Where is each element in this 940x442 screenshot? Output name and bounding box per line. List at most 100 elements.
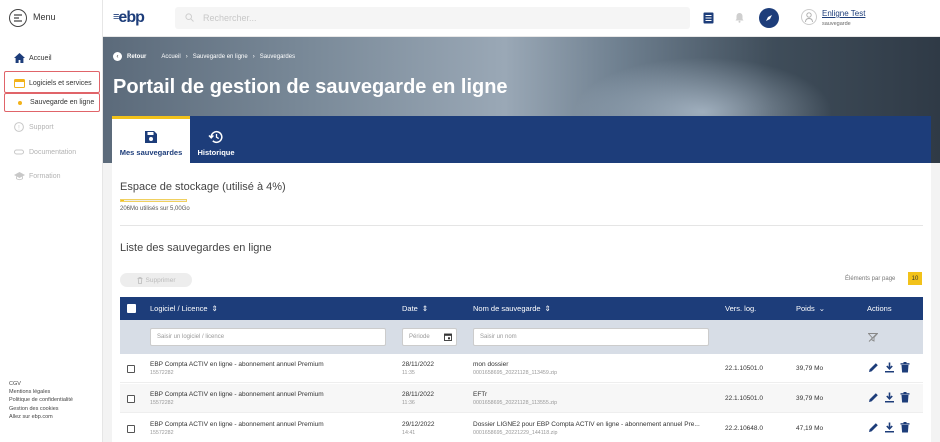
- footer-link-ebp[interactable]: Allez sur ebp.com: [9, 413, 73, 421]
- row-name: Dossier LIGNE2 pour EBP Compta ACTIV en …: [473, 421, 700, 428]
- name-filter-input[interactable]: Saisir un nom: [473, 328, 709, 346]
- row-license: 15572282: [150, 430, 174, 436]
- ebp-logo[interactable]: ≡ebp: [113, 9, 145, 27]
- sidebar-item-documentation[interactable]: Documentation: [14, 147, 76, 157]
- sidebar-item-formation[interactable]: Formation: [14, 171, 61, 181]
- book-icon: [14, 147, 24, 157]
- delete-button[interactable]: Supprimer: [120, 273, 192, 287]
- breadcrumb-current: Sauvegardes: [259, 53, 296, 60]
- breadcrumb: ‹ Retour Accueil › Sauvegarde en ligne ›…: [113, 52, 295, 61]
- row-actions: [868, 422, 910, 433]
- table-row[interactable]: EBP Compta ACTIV en ligne - abonnement a…: [120, 414, 923, 442]
- column-size[interactable]: Poids ⌄: [796, 304, 825, 313]
- clear-filter-icon[interactable]: [868, 333, 878, 342]
- download-icon[interactable]: [884, 362, 895, 373]
- app: Menu Accueil Logiciels et services Sauve…: [0, 0, 940, 442]
- back-arrow-icon[interactable]: ‹: [113, 52, 122, 61]
- breadcrumb-separator: ›: [185, 53, 188, 60]
- column-name[interactable]: Nom de sauvegarde ⇕: [473, 304, 551, 313]
- column-software[interactable]: Logiciel / Licence ⇕: [150, 304, 218, 313]
- table-row[interactable]: EBP Compta ACTIV en ligne - abonnement a…: [120, 354, 923, 383]
- row-software: EBP Compta ACTIV en ligne - abonnement a…: [150, 391, 324, 398]
- sidebar-item-label: Sauvegarde en ligne: [30, 99, 95, 106]
- user-name[interactable]: Enligne Test: [822, 9, 865, 18]
- row-file: 0001658695_20221229_144118.zip: [473, 430, 558, 436]
- menu-label[interactable]: Menu: [33, 12, 56, 22]
- row-checkbox[interactable]: [127, 395, 135, 403]
- search-icon: [185, 13, 194, 22]
- menu-icon: [14, 14, 22, 22]
- per-page-select[interactable]: 10: [908, 272, 922, 285]
- graduation-cap-icon: [14, 171, 25, 181]
- divider: [120, 225, 923, 226]
- row-date: 29/12/2022: [402, 421, 435, 428]
- sidebar-item-support[interactable]: ! Support: [14, 122, 54, 132]
- select-all-checkbox[interactable]: [127, 304, 136, 313]
- edit-icon[interactable]: [868, 422, 879, 433]
- sidebar-item-label: Logiciels et services: [29, 79, 92, 87]
- storage-used-text: 206Mo utilisés sur 5,00Go: [120, 206, 190, 212]
- filter-row: Saisir un logiciel / licence Période Sai…: [120, 320, 923, 354]
- svg-text:!: !: [18, 125, 20, 131]
- footer-link-cgv[interactable]: CGV: [9, 380, 73, 388]
- tab-historique[interactable]: Historique: [190, 116, 242, 163]
- row-size: 47,19 Mo: [796, 425, 824, 432]
- sort-icon: ⇕: [211, 304, 218, 313]
- back-link[interactable]: Retour: [127, 54, 146, 60]
- search-box[interactable]: Rechercher...: [175, 7, 690, 29]
- search-input[interactable]: Rechercher...: [203, 13, 257, 23]
- row-time: 11:36: [402, 400, 415, 406]
- row-actions: [868, 392, 910, 403]
- row-name: mon dossier: [473, 361, 509, 368]
- user-icon: [805, 12, 813, 22]
- row-checkbox[interactable]: [127, 365, 135, 373]
- download-icon[interactable]: [884, 392, 895, 403]
- tab-label: Historique: [197, 148, 235, 157]
- sidebar-item-sauvegarde[interactable]: Sauvegarde en ligne: [18, 99, 94, 106]
- date-filter-input[interactable]: Période: [402, 328, 457, 346]
- row-software: EBP Compta ACTIV en ligne - abonnement a…: [150, 361, 324, 368]
- sidebar: Menu Accueil Logiciels et services Sauve…: [0, 0, 103, 442]
- sidebar-item-logiciels[interactable]: Logiciels et services: [14, 78, 92, 88]
- footer-link-confidentialite[interactable]: Politique de confidentialité: [9, 396, 73, 404]
- breadcrumb-sauvegarde[interactable]: Sauvegarde en ligne: [193, 54, 248, 60]
- table-row[interactable]: EBP Compta ACTIV en ligne - abonnement a…: [120, 384, 923, 413]
- trash-icon: [137, 276, 142, 284]
- avatar[interactable]: [801, 9, 817, 25]
- breadcrumb-accueil[interactable]: Accueil: [161, 54, 180, 60]
- footer-link-cookies[interactable]: Gestion des cookies: [9, 405, 73, 413]
- delete-label: Supprimer: [145, 276, 176, 284]
- compass-button[interactable]: [759, 8, 779, 28]
- trash-icon[interactable]: [900, 392, 910, 403]
- edit-icon[interactable]: [868, 392, 879, 403]
- chevron-down-icon: ⌄: [818, 304, 826, 313]
- table-header: Logiciel / Licence ⇕ Date ⇕ Nom de sauvega…: [120, 297, 923, 320]
- edit-icon[interactable]: [868, 362, 879, 373]
- document-list-icon[interactable]: [703, 12, 714, 24]
- trash-icon[interactable]: [900, 362, 910, 373]
- sidebar-item-label: Documentation: [29, 148, 77, 156]
- row-date: 28/11/2022: [402, 391, 435, 398]
- sidebar-item-label: Accueil: [29, 54, 52, 62]
- footer-link-mentions[interactable]: Mentions légales: [9, 388, 73, 396]
- tab-mes-sauvegardes[interactable]: Mes sauvegardes: [112, 116, 190, 163]
- page-title: Portail de gestion de sauvegarde en lign…: [113, 76, 508, 98]
- column-date[interactable]: Date ⇕: [402, 304, 428, 313]
- bell-icon[interactable]: [735, 12, 744, 23]
- row-version: 22.1.10501.0: [725, 395, 763, 402]
- software-filter-input[interactable]: Saisir un logiciel / licence: [150, 328, 386, 346]
- row-checkbox[interactable]: [127, 425, 135, 433]
- trash-icon[interactable]: [900, 422, 910, 433]
- calendar-icon[interactable]: [444, 333, 452, 341]
- menu-toggle-button[interactable]: [9, 9, 27, 27]
- row-size: 39,79 Mo: [796, 395, 824, 402]
- sidebar-item-label: Formation: [29, 172, 61, 180]
- download-icon[interactable]: [884, 422, 895, 433]
- footer-links: CGV Mentions légales Politique de confid…: [9, 380, 73, 421]
- sidebar-item-accueil[interactable]: Accueil: [14, 53, 52, 63]
- row-actions: [868, 362, 910, 373]
- row-date: 28/11/2022: [402, 361, 435, 368]
- column-version: Vers. log.: [725, 304, 757, 313]
- top-bar: ≡ebp Rechercher... Enligne Test sauvegar…: [103, 0, 940, 37]
- storage-progress-bar: [120, 199, 187, 202]
